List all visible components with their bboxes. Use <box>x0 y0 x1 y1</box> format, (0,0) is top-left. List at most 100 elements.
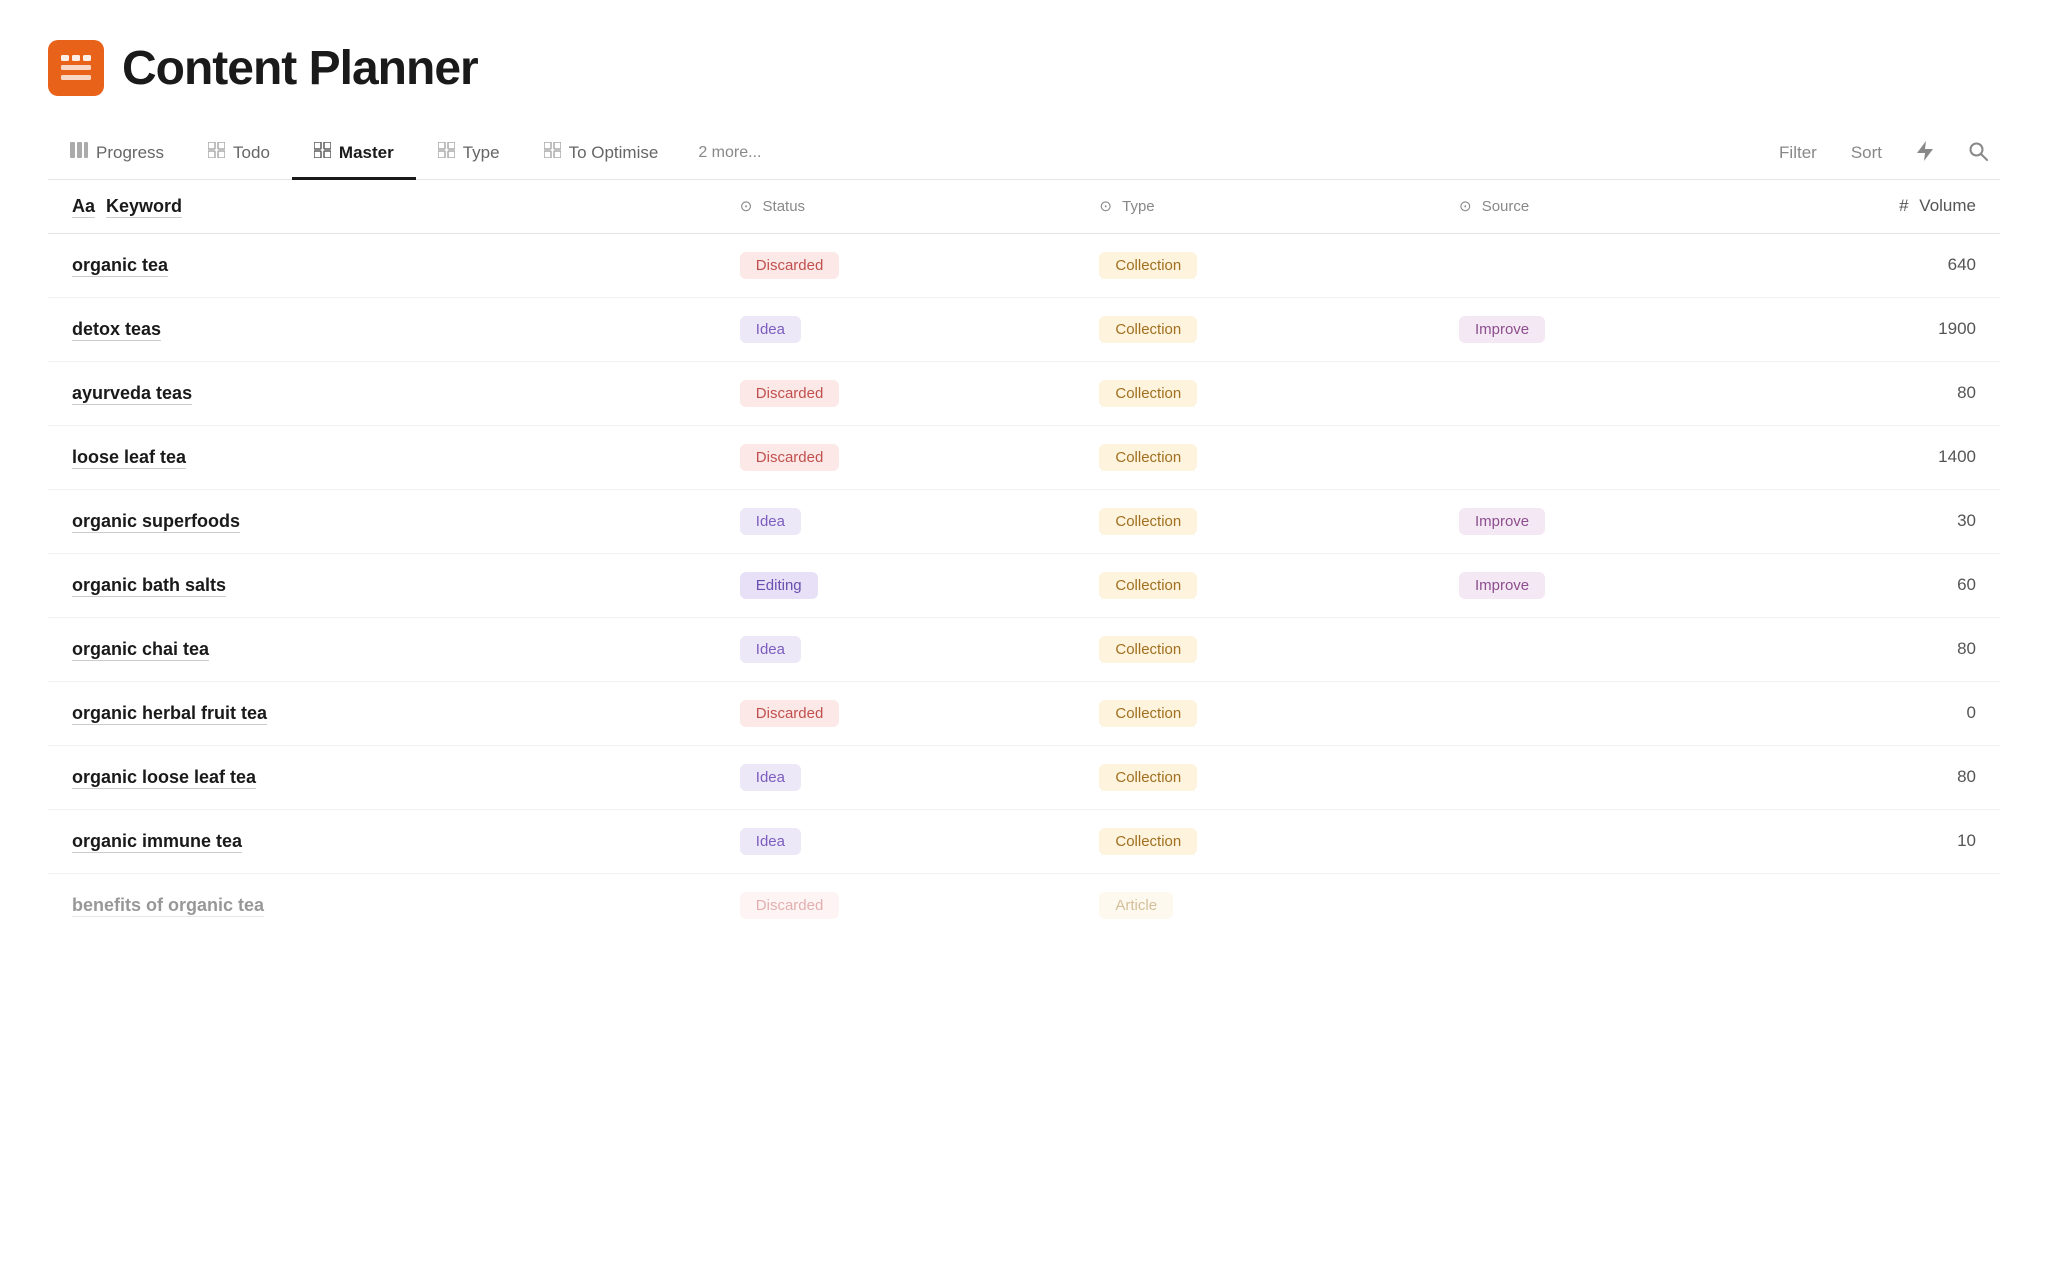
type-badge[interactable]: Collection <box>1099 700 1197 727</box>
cell-source[interactable] <box>1435 681 1769 745</box>
status-badge[interactable]: Discarded <box>740 700 840 727</box>
cell-status[interactable]: Discarded <box>716 361 1076 425</box>
table-row[interactable]: loose leaf teaDiscardedCollection1400 <box>48 425 2000 489</box>
sort-button[interactable]: Sort <box>1847 139 1886 167</box>
cell-status[interactable]: Editing <box>716 553 1076 617</box>
cell-source[interactable]: Improve <box>1435 297 1769 361</box>
cell-type[interactable]: Collection <box>1075 297 1435 361</box>
type-badge[interactable]: Collection <box>1099 252 1197 279</box>
type-badge[interactable]: Collection <box>1099 828 1197 855</box>
cell-volume: 640 <box>1769 233 2000 297</box>
table-header-row: Aa Keyword ⊙ Status ⊙ Type ⊙ Source <box>48 180 2000 234</box>
col-header-source: ⊙ Source <box>1435 180 1769 234</box>
status-badge[interactable]: Idea <box>740 764 801 791</box>
col-header-type-prefix: ⊙ <box>1099 198 1112 215</box>
tab-progress[interactable]: Progress <box>48 128 186 180</box>
cell-source[interactable]: Improve <box>1435 553 1769 617</box>
cell-volume: 1900 <box>1769 297 2000 361</box>
type-badge[interactable]: Collection <box>1099 764 1197 791</box>
tab-more[interactable]: 2 more... <box>680 130 779 179</box>
status-badge[interactable]: Discarded <box>740 892 840 919</box>
tab-type[interactable]: Type <box>416 128 522 180</box>
type-badge[interactable]: Collection <box>1099 316 1197 343</box>
col-header-volume-label: Volume <box>1919 196 1976 215</box>
tab-todo-icon <box>208 142 225 163</box>
table-row[interactable]: ayurveda teasDiscardedCollection80 <box>48 361 2000 425</box>
cell-volume: 80 <box>1769 617 2000 681</box>
status-badge[interactable]: Idea <box>740 636 801 663</box>
cell-keyword: ayurveda teas <box>48 361 716 425</box>
col-header-keyword-label: Keyword <box>106 196 182 218</box>
cell-type[interactable]: Collection <box>1075 809 1435 873</box>
cell-type[interactable]: Collection <box>1075 617 1435 681</box>
tab-more-label: 2 more... <box>698 144 761 162</box>
cell-volume: 80 <box>1769 745 2000 809</box>
cell-keyword: organic loose leaf tea <box>48 745 716 809</box>
cell-status[interactable]: Discarded <box>716 873 1076 937</box>
cell-volume: 30 <box>1769 489 2000 553</box>
lightning-button[interactable] <box>1912 136 1938 171</box>
cell-status[interactable]: Idea <box>716 617 1076 681</box>
cell-volume: 1400 <box>1769 425 2000 489</box>
cell-source[interactable] <box>1435 809 1769 873</box>
cell-type[interactable]: Collection <box>1075 425 1435 489</box>
status-badge[interactable]: Idea <box>740 508 801 535</box>
table-row[interactable]: detox teasIdeaCollectionImprove1900 <box>48 297 2000 361</box>
cell-status[interactable]: Discarded <box>716 425 1076 489</box>
type-badge[interactable]: Collection <box>1099 444 1197 471</box>
source-badge[interactable]: Improve <box>1459 508 1545 535</box>
tab-todo[interactable]: Todo <box>186 128 292 180</box>
status-badge[interactable]: Idea <box>740 828 801 855</box>
table-row[interactable]: benefits of organic teaDiscardedArticle <box>48 873 2000 937</box>
table-row[interactable]: organic chai teaIdeaCollection80 <box>48 617 2000 681</box>
cell-source[interactable] <box>1435 233 1769 297</box>
type-badge[interactable]: Collection <box>1099 508 1197 535</box>
status-badge[interactable]: Editing <box>740 572 818 599</box>
cell-type[interactable]: Article <box>1075 873 1435 937</box>
status-badge[interactable]: Discarded <box>740 252 840 279</box>
cell-status[interactable]: Idea <box>716 489 1076 553</box>
cell-source[interactable] <box>1435 425 1769 489</box>
cell-status[interactable]: Idea <box>716 745 1076 809</box>
type-badge[interactable]: Collection <box>1099 572 1197 599</box>
cell-keyword: organic immune tea <box>48 809 716 873</box>
table-row[interactable]: organic bath saltsEditingCollectionImpro… <box>48 553 2000 617</box>
cell-type[interactable]: Collection <box>1075 361 1435 425</box>
status-badge[interactable]: Discarded <box>740 380 840 407</box>
cell-status[interactable]: Discarded <box>716 681 1076 745</box>
cell-volume: 60 <box>1769 553 2000 617</box>
type-badge[interactable]: Article <box>1099 892 1173 919</box>
col-header-status: ⊙ Status <box>716 180 1076 234</box>
table-row[interactable]: organic superfoodsIdeaCollectionImprove3… <box>48 489 2000 553</box>
table-row[interactable]: organic immune teaIdeaCollection10 <box>48 809 2000 873</box>
cell-source[interactable] <box>1435 873 1769 937</box>
type-badge[interactable]: Collection <box>1099 636 1197 663</box>
table-row[interactable]: organic teaDiscardedCollection640 <box>48 233 2000 297</box>
cell-type[interactable]: Collection <box>1075 681 1435 745</box>
cell-source[interactable] <box>1435 745 1769 809</box>
cell-type[interactable]: Collection <box>1075 233 1435 297</box>
page-title: Content Planner <box>122 41 478 96</box>
tab-master-icon <box>314 142 331 163</box>
source-badge[interactable]: Improve <box>1459 316 1545 343</box>
table-row[interactable]: organic loose leaf tea Idea Collection 80 <box>48 745 2000 809</box>
source-badge[interactable]: Improve <box>1459 572 1545 599</box>
status-badge[interactable]: Discarded <box>740 444 840 471</box>
table-row[interactable]: organic herbal fruit teaDiscardedCollect… <box>48 681 2000 745</box>
cell-type[interactable]: Collection <box>1075 745 1435 809</box>
status-badge[interactable]: Idea <box>740 316 801 343</box>
cell-type[interactable]: Collection <box>1075 553 1435 617</box>
cell-type[interactable]: Collection <box>1075 489 1435 553</box>
col-header-volume-prefix: # <box>1899 196 1908 215</box>
cell-source[interactable] <box>1435 617 1769 681</box>
cell-status[interactable]: Idea <box>716 809 1076 873</box>
filter-button[interactable]: Filter <box>1775 139 1821 167</box>
cell-source[interactable]: Improve <box>1435 489 1769 553</box>
search-button[interactable] <box>1964 137 1992 170</box>
type-badge[interactable]: Collection <box>1099 380 1197 407</box>
tab-master[interactable]: Master <box>292 128 416 180</box>
cell-status[interactable]: Discarded <box>716 233 1076 297</box>
cell-status[interactable]: Idea <box>716 297 1076 361</box>
tab-to-optimise[interactable]: To Optimise <box>522 128 681 180</box>
cell-source[interactable] <box>1435 361 1769 425</box>
